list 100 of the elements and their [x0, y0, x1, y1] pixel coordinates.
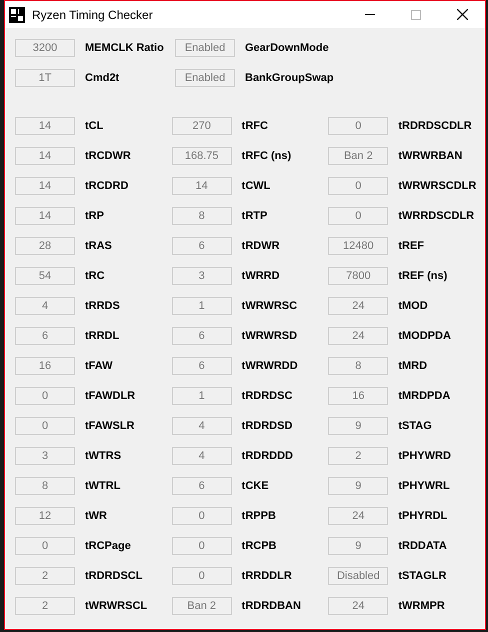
- value-field[interactable]: 24: [328, 507, 388, 525]
- value-field[interactable]: 3: [15, 447, 75, 465]
- timing-label: tRP: [85, 208, 104, 224]
- timing-label: tWTRS: [85, 448, 122, 464]
- value-field[interactable]: 1: [172, 297, 232, 315]
- app-icon: [9, 6, 25, 22]
- timing-label: tRTP: [242, 208, 268, 224]
- value-field[interactable]: Ban 2: [172, 597, 232, 615]
- close-icon: [456, 9, 468, 20]
- timing-label: tRRDS: [85, 298, 120, 314]
- timing-label: Cmd2t: [85, 70, 120, 86]
- value-field[interactable]: Disabled: [328, 567, 388, 585]
- value-field[interactable]: 1: [172, 387, 232, 405]
- value-field[interactable]: 8: [15, 477, 75, 495]
- value-field[interactable]: 3200: [15, 39, 75, 57]
- value-field[interactable]: 0: [172, 507, 232, 525]
- timing-label: tFAW: [85, 358, 112, 374]
- value-field[interactable]: 168.75: [172, 147, 232, 165]
- value-field[interactable]: 14: [15, 177, 75, 195]
- value-field[interactable]: 0: [15, 537, 75, 555]
- timing-label: tFAWDLR: [85, 388, 136, 404]
- value-field[interactable]: 0: [15, 417, 75, 435]
- value-field[interactable]: Enabled: [175, 69, 235, 87]
- value-field[interactable]: 14: [15, 117, 75, 135]
- value-field[interactable]: 24: [328, 327, 388, 345]
- timing-label: tRDRDSCL: [85, 568, 142, 584]
- timing-label: tRCDWR: [85, 148, 131, 164]
- timing-label: tFAWSLR: [85, 418, 134, 434]
- value-field[interactable]: 7800: [328, 267, 388, 285]
- value-field[interactable]: 24: [328, 297, 388, 315]
- timing-label: tWRWRSCDLR: [398, 178, 476, 194]
- value-field[interactable]: Enabled: [175, 39, 235, 57]
- window-title: Ryzen Timing Checker: [32, 6, 153, 24]
- maximize-icon: [411, 10, 421, 20]
- value-field[interactable]: 16: [328, 387, 388, 405]
- timing-label: tWRRD: [242, 268, 280, 284]
- value-field[interactable]: 8: [328, 357, 388, 375]
- value-field[interactable]: 9: [328, 537, 388, 555]
- value-field[interactable]: 6: [172, 327, 232, 345]
- timing-label: tRC: [85, 268, 105, 284]
- value-field[interactable]: 54: [15, 267, 75, 285]
- value-field[interactable]: 14: [15, 207, 75, 225]
- timing-label: tRDRDSC: [242, 388, 292, 404]
- timing-label: tSTAG: [398, 418, 432, 434]
- timing-label: tRFC (ns): [242, 148, 292, 164]
- timing-label: tPHYWRD: [398, 448, 451, 464]
- timing-label: tMODPDA: [398, 328, 451, 344]
- value-field[interactable]: 9: [328, 477, 388, 495]
- timing-label: tRFC: [242, 118, 268, 134]
- timing-label: tPHYRDL: [398, 508, 448, 524]
- value-field[interactable]: 12: [15, 507, 75, 525]
- value-field[interactable]: 12480: [328, 237, 388, 255]
- timing-label: tWRWRSD: [242, 328, 298, 344]
- timing-label: tWRMPR: [398, 598, 445, 614]
- timing-label: tMOD: [398, 298, 428, 314]
- value-field[interactable]: 3: [172, 267, 232, 285]
- timing-label: tRCDRD: [85, 178, 128, 194]
- timing-label: tRDRDSD: [242, 418, 292, 434]
- value-field[interactable]: 8: [172, 207, 232, 225]
- value-field[interactable]: 0: [15, 387, 75, 405]
- value-field[interactable]: 2: [15, 567, 75, 585]
- value-field[interactable]: 0: [328, 177, 388, 195]
- timing-label: tWTRL: [85, 478, 120, 494]
- value-field[interactable]: 28: [15, 237, 75, 255]
- value-field[interactable]: 0: [172, 567, 232, 585]
- value-field[interactable]: 0: [172, 537, 232, 555]
- value-field[interactable]: 1T: [15, 69, 75, 87]
- timing-label: tCWL: [242, 178, 270, 194]
- value-field[interactable]: 14: [172, 177, 232, 195]
- value-field[interactable]: 6: [15, 327, 75, 345]
- value-field[interactable]: 270: [172, 117, 232, 135]
- value-field[interactable]: 0: [328, 117, 388, 135]
- value-field[interactable]: 9: [328, 417, 388, 435]
- value-field[interactable]: Ban 2: [328, 147, 388, 165]
- timing-label: tWRWRSC: [242, 298, 298, 314]
- value-field[interactable]: 24: [328, 597, 388, 615]
- timing-label: tRCPB: [242, 538, 277, 554]
- value-field[interactable]: 14: [15, 147, 75, 165]
- timing-label: tSTAGLR: [398, 568, 446, 584]
- minimize-icon: [365, 14, 375, 15]
- value-field[interactable]: 6: [172, 357, 232, 375]
- timing-label: tWR: [85, 508, 107, 524]
- timing-label: tREF: [398, 238, 424, 254]
- value-field[interactable]: 2: [328, 447, 388, 465]
- value-field[interactable]: 4: [172, 447, 232, 465]
- value-field[interactable]: 6: [172, 237, 232, 255]
- timing-label: tRAS: [85, 238, 112, 254]
- timing-label: tCKE: [242, 478, 269, 494]
- timing-label: tWRWRBAN: [398, 148, 462, 164]
- timing-label: tRDRDDD: [242, 448, 293, 464]
- timing-label: BankGroupSwap: [245, 70, 334, 86]
- value-field[interactable]: 0: [328, 207, 388, 225]
- timing-label: tMRD: [398, 358, 428, 374]
- value-field[interactable]: 4: [15, 297, 75, 315]
- value-field[interactable]: 6: [172, 477, 232, 495]
- value-field[interactable]: 2: [15, 597, 75, 615]
- value-field[interactable]: 16: [15, 357, 75, 375]
- timing-label: tRDWR: [242, 238, 280, 254]
- timing-label: tCL: [85, 118, 104, 134]
- value-field[interactable]: 4: [172, 417, 232, 435]
